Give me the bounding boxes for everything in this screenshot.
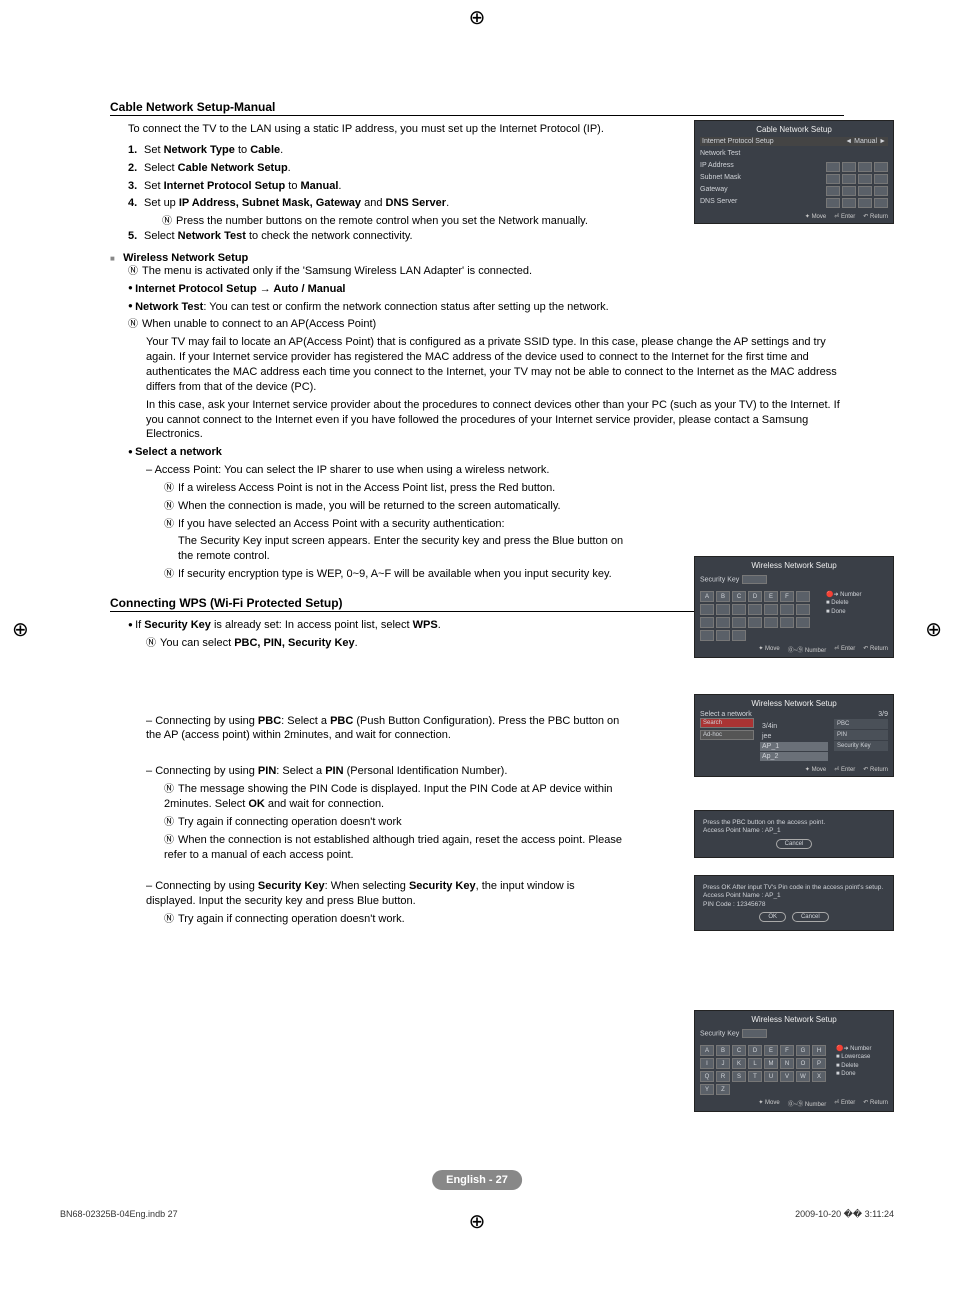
ss3-title: Wireless Network Setup: [700, 699, 888, 708]
intro-text: To connect the TV to the LAN using a sta…: [128, 122, 618, 137]
note-icon: Ⓝ: [164, 834, 178, 848]
ss4-cancel-btn: Cancel: [776, 839, 813, 849]
print-timestamp: 2009-10-20 �� 3:11:24: [795, 1209, 894, 1220]
ss1-ips-label: Internet Protocol Setup: [702, 138, 774, 145]
note-icon: Ⓝ: [164, 816, 178, 830]
note-icon: Ⓝ: [164, 482, 178, 496]
note-icon: Ⓝ: [146, 637, 160, 651]
sn-note4: If security encryption type is WEP, 0~9,…: [178, 568, 612, 580]
screenshot-security-key-1: Wireless Network Setup Security Key ABCD…: [694, 556, 894, 658]
ss1-ips-value: Manual: [854, 138, 877, 145]
ss6-title: Wireless Network Setup: [700, 1015, 888, 1024]
ss1-title: Cable Network Setup: [700, 125, 888, 134]
ss3-page: 3/9: [878, 711, 888, 718]
wireless-note1: The menu is activated only if the 'Samsu…: [142, 265, 532, 277]
file-name: BN68-02325B-04Eng.indb 27: [60, 1209, 178, 1220]
ss1-network-test: Network Test: [700, 148, 888, 161]
ss3-adhoc-btn: Ad-hoc: [700, 730, 754, 740]
manual-page: Cable Network Setup Internet Protocol Se…: [0, 0, 954, 1260]
pin-note2: Try again if connecting operation doesn'…: [178, 816, 402, 828]
wireless-note2: When unable to connect to an AP(Access P…: [142, 318, 376, 330]
wireless-para1: Your TV may fail to locate an AP(Access …: [146, 335, 844, 394]
note-icon: Ⓝ: [164, 783, 178, 797]
sk-note1: Try again if connecting operation doesn'…: [178, 913, 405, 925]
screenshot-pbc: Press the PBC button on the access point…: [694, 810, 894, 858]
select-network-heading: Select a network: [135, 446, 222, 458]
step4-note: Press the number buttons on the remote c…: [176, 215, 588, 227]
ss5-ok-btn: OK: [759, 912, 786, 922]
sn-note2: When the connection is made, you will be…: [178, 500, 561, 512]
ss2-title: Wireless Network Setup: [700, 561, 888, 570]
screenshot-security-key-2: Wireless Network Setup Security Key ABCD…: [694, 1010, 894, 1112]
page-number: English - 27: [432, 1170, 522, 1190]
pin-note3: When the connection is not established a…: [164, 834, 622, 861]
note-icon: Ⓝ: [128, 265, 142, 279]
ss5-line2: Access Point Name : AP_1: [703, 892, 885, 900]
sn-note3: If you have selected an Access Point wit…: [178, 518, 505, 530]
ss4-line1: Press the PBC button on the access point…: [703, 819, 885, 827]
ss5-line1: Press OK After input TV's Pin code in th…: [703, 884, 885, 892]
screenshot-pin: Press OK After input TV's Pin code in th…: [694, 875, 894, 931]
sn-note1: If a wireless Access Point is not in the…: [178, 482, 555, 494]
ss3-label: Select a network: [700, 711, 752, 718]
ss3-search-btn: Search: [700, 718, 754, 728]
sn-dash: Access Point: You can select the IP shar…: [155, 464, 550, 476]
wireless-ips: Internet Protocol Setup → Auto / Manual: [135, 283, 345, 295]
wireless-para2: In this case, ask your Internet service …: [146, 398, 844, 443]
note-icon: Ⓝ: [164, 500, 178, 514]
note-icon: Ⓝ: [164, 568, 178, 582]
screenshot-select-network: Wireless Network Setup Select a network …: [694, 694, 894, 777]
note-icon: Ⓝ: [128, 318, 142, 332]
wireless-nt-b: Network Test: [135, 301, 203, 313]
note-icon: Ⓝ: [164, 518, 178, 532]
ss5-line3: PIN Code : 12345678: [703, 901, 885, 909]
note-icon: Ⓝ: [162, 215, 176, 229]
ss6-label: Security Key: [700, 1030, 739, 1037]
sn-note3-sub: The Security Key input screen appears. E…: [178, 534, 638, 564]
ss2-label: Security Key: [700, 576, 739, 583]
heading-wireless: Wireless Network Setup: [123, 252, 248, 264]
ss4-line2: Access Point Name : AP_1: [703, 827, 885, 835]
note-icon: Ⓝ: [164, 913, 178, 927]
wireless-nt-t: : You can test or confirm the network co…: [203, 301, 608, 313]
screenshot-cable-setup: Cable Network Setup Internet Protocol Se…: [694, 120, 894, 224]
ss5-cancel-btn: Cancel: [792, 912, 829, 922]
square-bullet-icon: ■: [110, 254, 120, 263]
heading-cable-setup: Cable Network Setup-Manual: [110, 100, 844, 116]
print-footer: BN68-02325B-04Eng.indb 27 2009-10-20 �� …: [60, 1209, 894, 1220]
